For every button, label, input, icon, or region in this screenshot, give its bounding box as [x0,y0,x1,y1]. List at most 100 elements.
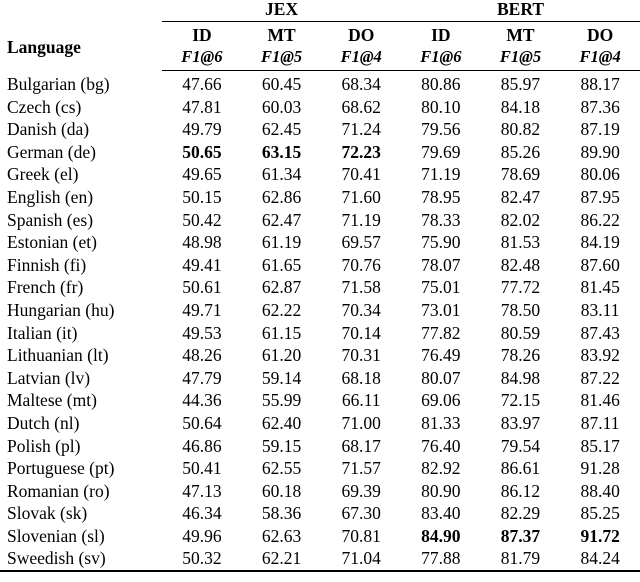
table-cell-score: 69.39 [341,480,381,501]
results-table: JEX BERT Language ID MT DO ID MT DO F1@6… [0,0,640,573]
table-cell-score: 61.19 [261,232,302,253]
table-cell-score: 82.47 [500,186,541,207]
table-cell-score: 86.12 [500,480,541,501]
table-cell-score: 79.56 [421,119,461,140]
table-cell-score: 61.65 [261,254,302,275]
table-cell-score: 71.00 [341,412,381,433]
table-cell-score: 70.34 [341,299,381,320]
row-label-language: Danish (da) [7,119,90,140]
column-header-bert-do: DO [587,25,614,45]
table-cell-score: 62.47 [261,209,302,230]
results-table-container: JEX BERT Language ID MT DO ID MT DO F1@6… [0,0,640,582]
table-cell-score: 71.19 [341,209,381,230]
table-row: Danish (da) 49.79 62.45 71.24 79.56 80.82 87.1… [0,118,640,141]
table-cell-score: 77.72 [500,277,541,298]
table-cell-score: 70.31 [341,345,381,366]
table-cell-score: 62.63 [261,525,302,546]
table-row: Bulgarian (bg) 47.66 60.45 68.34 80.86 85.97 8… [0,71,640,96]
table-cell-score: 62.87 [261,277,302,298]
table-row: Romanian (ro) 47.13 60.18 69.39 80.90 86.12 88… [0,480,640,503]
table-cell-score: 47.13 [182,480,222,501]
column-header-bert-id: ID [431,25,451,45]
table-row: Slovenian (sl) 49.96 62.63 70.81 84.90 87.37 9… [0,525,640,548]
row-label-language: Spanish (es) [7,209,94,230]
table-cell-score: 87.22 [580,367,620,388]
column-header-language: Language [7,37,81,57]
table-cell-score: 87.37 [500,525,541,546]
group-header-row: JEX BERT [0,0,640,22]
table-cell-score: 62.40 [261,412,302,433]
row-label-language: Slovenian (sl) [7,525,105,546]
table-cell-score: 79.69 [421,141,461,162]
table-cell-score: 62.45 [261,119,302,140]
table-cell-score: 71.57 [341,458,381,479]
table-cell-score: 58.36 [261,503,302,524]
table-cell-score: 80.90 [421,480,461,501]
table-cell-score: 91.28 [580,458,620,479]
table-row: French (fr) 50.61 62.87 71.58 75.01 77.72 81.4… [0,276,640,299]
table-cell-score: 59.15 [261,435,302,456]
table-cell-score: 62.22 [261,299,302,320]
column-header-jex-mt: MT [267,25,296,45]
table-row: Latvian (lv) 47.79 59.14 68.18 80.07 84.98 87.… [0,367,640,390]
table-cell-score: 62.21 [241,547,322,573]
row-label-language: Sweedish (sv) [0,547,163,573]
row-label-language: Hungarian (hu) [7,299,115,320]
subheader-jex-id: F1@6 [162,46,242,71]
table-cell-score: 88.17 [580,74,620,94]
table-cell-score: 84.24 [560,547,640,573]
table-cell-score: 49.65 [182,164,222,185]
row-label-language: Portuguese (pt) [7,458,115,479]
column-header-bert-mt: MT [506,25,535,45]
table-cell-score: 71.60 [341,186,381,207]
row-label-language: Finnish (fi) [7,254,87,275]
table-cell-score: 84.19 [580,232,620,253]
table-row: Portuguese (pt) 50.41 62.55 71.57 82.92 86.61… [0,457,640,480]
table-cell-score: 75.90 [421,232,461,253]
table-cell-score: 80.59 [500,322,541,343]
table-cell-score: 71.58 [341,277,381,298]
table-cell-score: 80.82 [500,119,541,140]
table-cell-score: 62.55 [261,458,302,479]
table-cell-score: 47.66 [182,74,222,94]
table-row: English (en) 50.15 62.86 71.60 78.95 82.47 87.… [0,186,640,209]
table-cell-score: 89.90 [580,141,620,162]
table-cell-score: 80.86 [421,74,461,94]
table-cell-score: 76.40 [421,435,461,456]
table-cell-score: 83.11 [580,299,620,320]
table-row: German (de) 50.65 63.15 72.23 79.69 85.26 89.9… [0,141,640,164]
table-cell-score: 49.41 [182,254,222,275]
table-cell-score: 50.64 [182,412,222,433]
table-cell-score: 70.14 [341,322,381,343]
table-cell-score: 50.41 [182,458,222,479]
table-cell-score: 85.17 [580,435,620,456]
table-row: Sweedish (sv) 50.32 62.21 71.04 77.88 81.79 84… [0,547,640,573]
table-cell-score: 80.07 [421,367,461,388]
table-cell-score: 82.48 [500,254,541,275]
table-row: Lithuanian (lt) 48.26 61.20 70.31 76.49 78.26… [0,344,640,367]
table-cell-score: 78.07 [421,254,461,275]
table-cell-score: 61.34 [261,164,302,185]
row-label-language: Slovak (sk) [7,503,88,524]
table-cell-score: 44.36 [182,390,222,411]
table-cell-score: 85.97 [500,74,541,94]
table-cell-score: 59.14 [261,367,302,388]
table-cell-score: 79.54 [500,435,541,456]
column-header-jex-id: ID [192,25,212,45]
table-cell-score: 50.61 [182,277,222,298]
table-cell-score: 78.69 [500,164,541,185]
table-cell-score: 67.30 [341,503,381,524]
group-header-spacer [0,0,162,22]
table-row: Dutch (nl) 50.64 62.40 71.00 81.33 83.97 87.11 [0,412,640,435]
table-cell-score: 87.60 [580,254,620,275]
table-cell-score: 70.76 [341,254,381,275]
table-row: Spanish (es) 50.42 62.47 71.19 78.33 82.02 86.… [0,209,640,232]
table-cell-score: 50.65 [182,141,222,162]
row-label-language: Latvian (lv) [7,367,91,388]
table-row: Finnish (fi) 49.41 61.65 70.76 78.07 82.48 87.… [0,254,640,277]
table-cell-score: 48.26 [182,345,222,366]
table-cell-score: 86.22 [580,209,620,230]
subheader-bert-mt: F1@5 [480,46,561,71]
table-cell-score: 70.41 [341,164,381,185]
table-cell-score: 81.45 [580,277,620,298]
